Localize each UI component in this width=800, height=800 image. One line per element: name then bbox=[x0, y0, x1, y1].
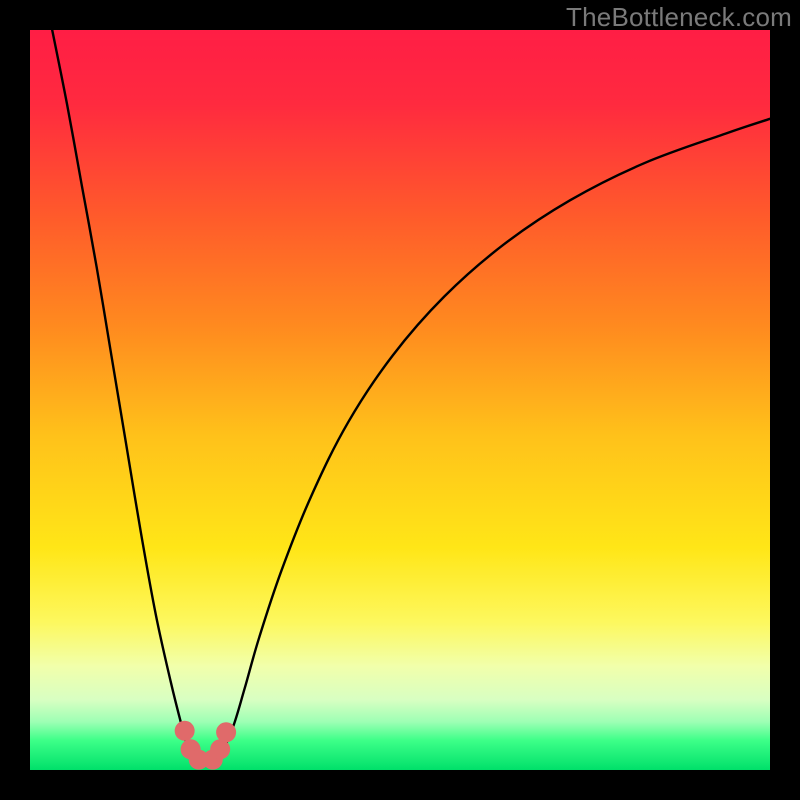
plot-area bbox=[30, 30, 770, 770]
marker-dot bbox=[175, 721, 195, 741]
chart-svg bbox=[30, 30, 770, 770]
watermark-text: TheBottleneck.com bbox=[566, 2, 792, 33]
marker-dot bbox=[210, 739, 230, 759]
outer-frame: TheBottleneck.com bbox=[0, 0, 800, 800]
gradient-background bbox=[30, 30, 770, 770]
marker-dot bbox=[216, 722, 236, 742]
